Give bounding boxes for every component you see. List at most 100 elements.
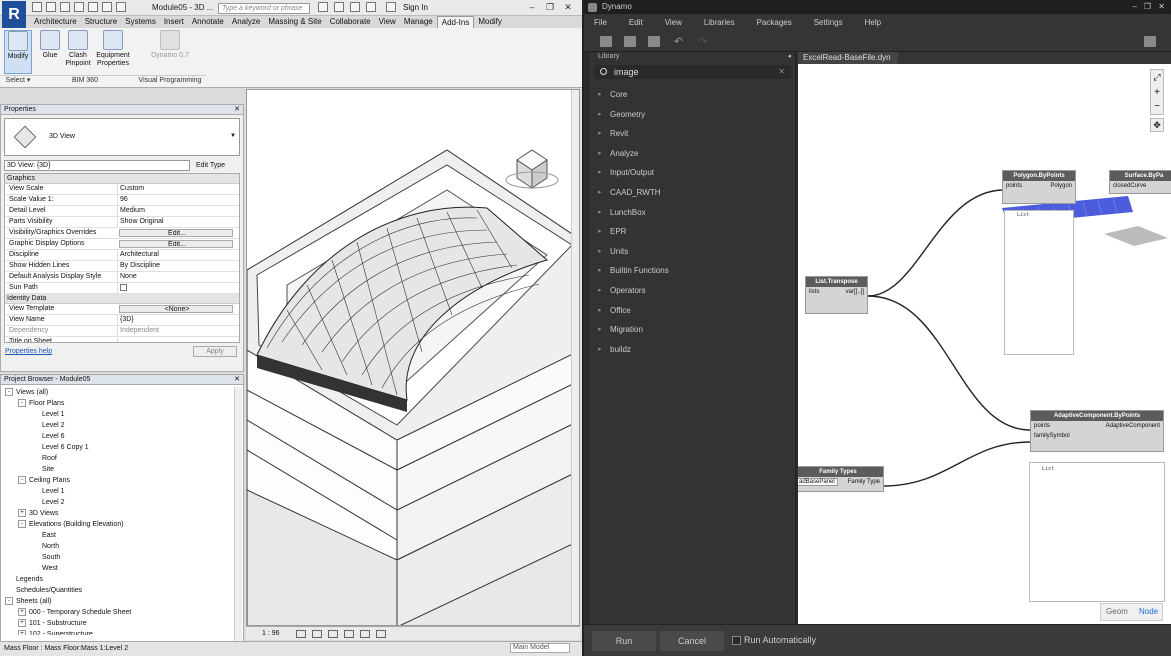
adaptive-component-node[interactable]: AdaptiveComponent.ByPoints points Adapti… [1030,410,1164,452]
expand-toggle-icon[interactable]: - [18,520,26,529]
input-port-points[interactable]: points [1006,183,1022,189]
menu-view[interactable]: View [665,14,682,32]
restore-icon[interactable]: ❐ [1144,0,1151,14]
run-automatically-checkbox[interactable] [732,636,741,645]
library-category[interactable]: Core [590,85,795,105]
ribbon-tab-systems[interactable]: Systems [121,16,160,28]
viewport-scrollbar[interactable] [571,90,579,625]
library-category[interactable]: Migration [590,320,795,340]
node-toggle[interactable]: Node [1139,607,1158,616]
user-icon[interactable] [386,2,396,12]
ribbon-tab-massing-site[interactable]: Massing & Site [264,16,325,28]
menu-libraries[interactable]: Libraries [704,14,735,32]
library-category[interactable]: Builtin Functions [590,261,795,281]
measure-icon[interactable] [102,2,112,12]
save-file-icon[interactable] [648,36,660,47]
property-value[interactable]: <None> [119,305,233,313]
redo-icon[interactable]: ↷ [698,35,707,48]
library-category[interactable]: EPR [590,222,795,242]
ribbon-tab-collaborate[interactable]: Collaborate [326,16,375,28]
minimize-icon[interactable]: – [526,2,538,13]
browser-node[interactable]: - Elevations (Building Elevation) [5,519,243,530]
library-category[interactable]: Geometry [590,105,795,125]
expand-toggle-icon[interactable]: + [18,608,26,617]
output-port-adaptive[interactable]: AdaptiveComponent [1106,421,1160,431]
cancel-button[interactable]: Cancel [660,631,724,651]
menu-edit[interactable]: Edit [629,14,643,32]
browser-node[interactable]: +102 - Superstructure [5,629,243,635]
new-file-icon[interactable] [600,36,612,47]
save-icon[interactable] [46,2,56,12]
property-value[interactable] [117,337,239,342]
browser-node[interactable]: North [5,541,243,552]
zoom-to-fit-icon[interactable]: ⤢ [1151,70,1163,85]
dynamo-button[interactable]: Dynamo 0.7 [148,30,192,60]
node-canvas[interactable]: Polygon.ByPoints points Polygon List[0] … [798,64,1171,624]
browser-node[interactable]: Level 6 [5,431,243,442]
browser-node[interactable]: - Ceiling Plans [5,475,243,486]
undo-icon[interactable] [60,2,70,12]
undo-icon[interactable]: ↶ [674,35,683,48]
identity-section[interactable]: Identity Data [5,294,239,304]
browser-scrollbar[interactable] [234,387,242,641]
property-value[interactable] [117,283,239,293]
ribbon-tab-manage[interactable]: Manage [400,16,437,28]
restore-icon[interactable]: ❐ [544,2,556,13]
expand-toggle-icon[interactable]: + [18,509,26,518]
workspace-tab[interactable]: ExcelRead-BaseFile.dyn [798,52,898,64]
3d-viewport[interactable] [246,89,580,626]
visual-style-icon[interactable] [312,630,322,638]
shadows-icon[interactable] [344,630,354,638]
type-selector[interactable]: 3D View ▼ [4,118,240,156]
library-category[interactable]: CAAD_RWTH [590,183,795,203]
expand-toggle-icon[interactable]: + [18,619,26,628]
help-search-input[interactable]: Type a keyword or phrase [218,3,310,14]
close-icon[interactable]: ✕ [1158,0,1165,14]
properties-help-link[interactable]: Properties help [5,348,52,355]
ribbon-tab-view[interactable]: View [375,16,400,28]
property-value[interactable]: {3D} [117,315,239,325]
property-value[interactable]: By Discipline [117,261,239,271]
library-category[interactable]: Units [590,242,795,262]
clear-search-icon[interactable]: ✕ [778,65,785,79]
text-icon[interactable] [116,2,126,12]
sun-path-icon[interactable] [328,630,338,638]
ribbon-tab-modify[interactable]: Modify [474,16,506,28]
browser-node[interactable]: East [5,530,243,541]
expand-toggle-icon[interactable]: - [5,597,13,606]
ribbon-tab-structure[interactable]: Structure [81,16,121,28]
sun-path-checkbox[interactable] [120,284,127,291]
select-panel[interactable]: Select ▾ [0,75,36,85]
close-properties-icon[interactable]: ✕ [234,105,240,115]
open-file-icon[interactable] [624,36,636,47]
menu-file[interactable]: File [594,14,607,32]
ribbon-tab-add-ins[interactable]: Add-Ins [436,16,475,28]
library-category[interactable]: LunchBox [590,203,795,223]
output-port-polygon[interactable]: Polygon [1050,181,1072,191]
input-port-closedcurve[interactable]: closedCurve [1110,181,1171,191]
expand-toggle-icon[interactable]: - [5,388,13,397]
zoom-in-icon[interactable]: + [1151,85,1163,100]
redo-icon[interactable] [74,2,84,12]
browser-node[interactable]: Roof [5,453,243,464]
browser-node[interactable]: - Views (all) [5,387,243,398]
print-icon[interactable] [88,2,98,12]
close-icon[interactable]: ✕ [562,2,574,13]
communication-icon[interactable] [350,2,360,12]
browser-node[interactable]: +000 - Temporary Schedule Sheet [5,607,243,618]
property-value[interactable]: Edit... [119,229,233,237]
close-browser-icon[interactable]: ✕ [234,375,240,385]
property-value[interactable]: Custom [117,184,239,194]
expand-toggle-icon[interactable]: - [18,476,26,485]
output-port-family-type[interactable]: Family Type [848,477,880,487]
browser-node[interactable]: South [5,552,243,563]
modify-button[interactable]: Modify [4,30,32,74]
library-category[interactable]: buildz [590,340,795,360]
ribbon-tab-analyze[interactable]: Analyze [228,16,264,28]
geom-toggle[interactable]: Geom [1106,607,1128,616]
property-value[interactable]: Medium [117,206,239,216]
revit-logo-icon[interactable]: R [2,1,26,29]
browser-node[interactable]: Level 2 [5,420,243,431]
equipment-properties-button[interactable]: Equipment Properties [94,30,132,68]
detail-level-icon[interactable] [296,630,306,638]
